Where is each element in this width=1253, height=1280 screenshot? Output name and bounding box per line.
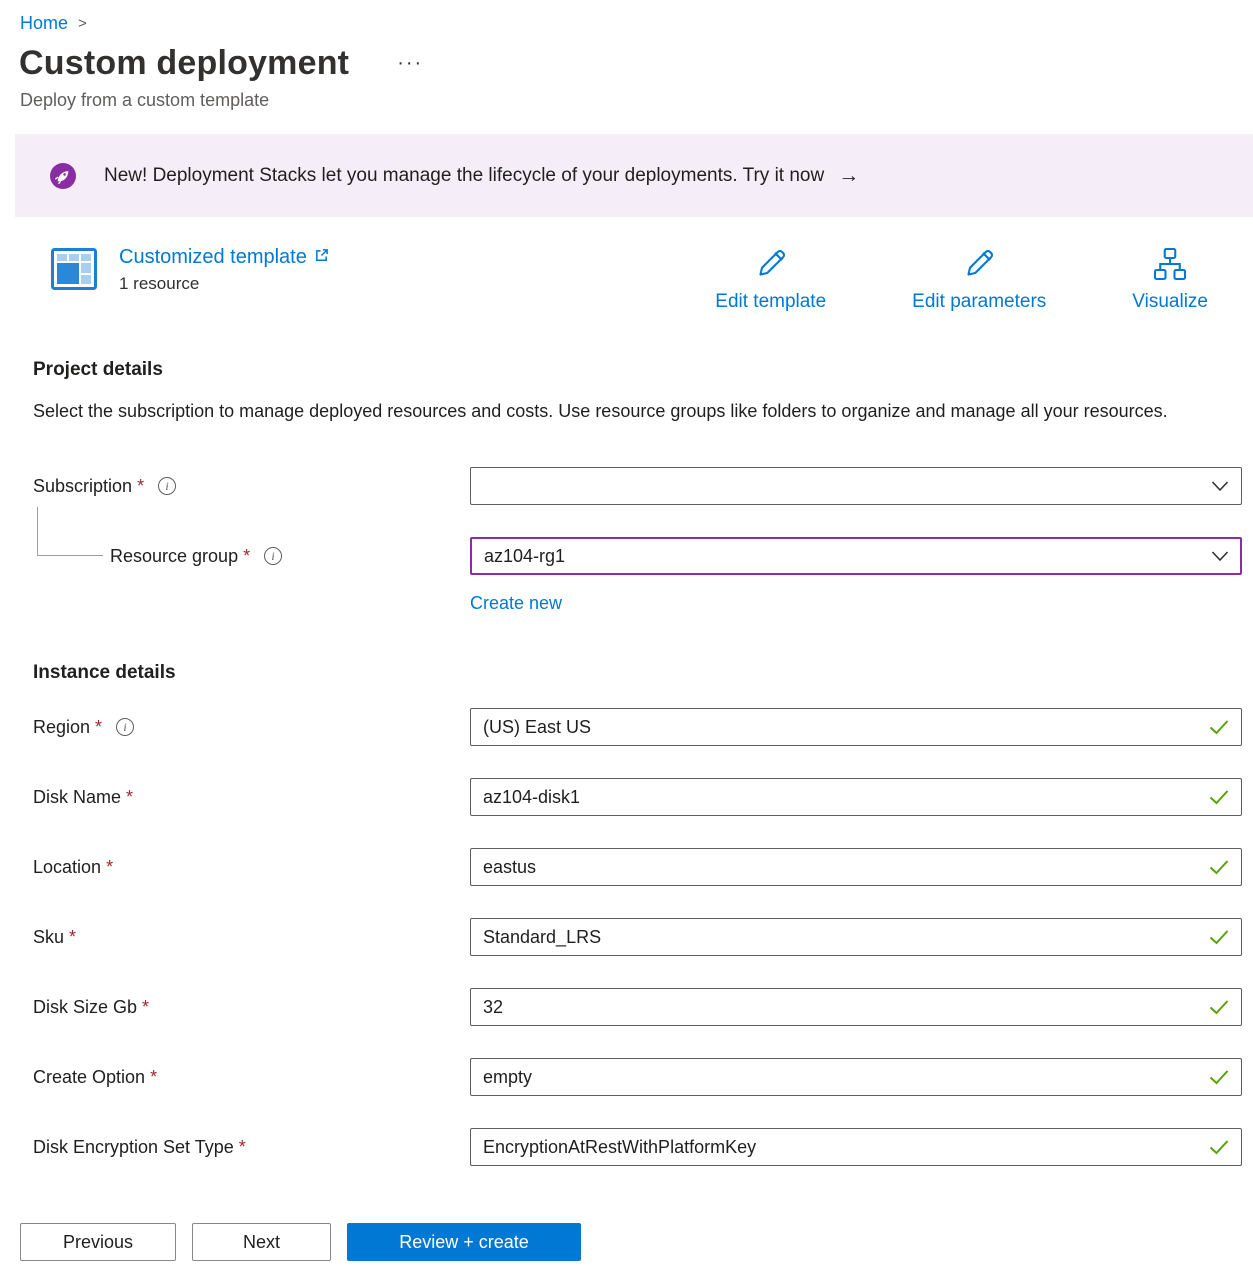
- required-asterisk: *: [243, 546, 250, 567]
- sku-label: Sku: [33, 927, 64, 948]
- disk-name-row: Disk Name *: [33, 778, 1242, 816]
- pencil-icon: [753, 246, 789, 287]
- location-input[interactable]: [470, 848, 1242, 886]
- project-details-form: Subscription * i Resource group * i az10…: [33, 467, 1242, 1166]
- disk-encryption-set-type-input[interactable]: [470, 1128, 1242, 1166]
- project-details-description: Select the subscription to manage deploy…: [33, 396, 1183, 427]
- resource-group-connector: [37, 507, 103, 556]
- pencil-icon: [961, 246, 997, 287]
- required-asterisk: *: [126, 787, 133, 808]
- more-options-button[interactable]: ···: [397, 52, 423, 75]
- sku-input[interactable]: [470, 918, 1242, 956]
- customized-template-link[interactable]: Customized template: [119, 246, 329, 269]
- breadcrumb: Home >: [0, 0, 1253, 34]
- disk-size-input[interactable]: [470, 988, 1242, 1026]
- template-icon: [51, 248, 97, 295]
- rocket-icon: [49, 162, 77, 190]
- create-option-input[interactable]: [470, 1058, 1242, 1096]
- create-option-row: Create Option *: [33, 1058, 1242, 1096]
- resource-group-label: Resource group: [110, 546, 238, 567]
- required-asterisk: *: [69, 927, 76, 948]
- subscription-dropdown[interactable]: [470, 467, 1242, 505]
- footer-action-bar: Previous Next Review + create: [0, 1204, 1253, 1280]
- info-icon[interactable]: i: [264, 547, 282, 565]
- create-option-label: Create Option: [33, 1067, 145, 1088]
- info-icon[interactable]: i: [158, 477, 176, 495]
- create-new-link[interactable]: Create new: [470, 593, 562, 613]
- sku-row: Sku *: [33, 918, 1242, 956]
- chevron-down-icon[interactable]: [1211, 550, 1229, 562]
- breadcrumb-home-link[interactable]: Home: [20, 13, 68, 34]
- edit-parameters-button[interactable]: Edit parameters: [912, 246, 1046, 313]
- template-card: Customized template 1 resource Edit temp…: [51, 246, 1208, 313]
- chevron-down-icon[interactable]: [1211, 480, 1229, 492]
- required-asterisk: *: [239, 1137, 246, 1158]
- resource-group-dropdown[interactable]: az104-rg1: [470, 537, 1242, 575]
- disk-name-input[interactable]: [470, 778, 1242, 816]
- required-asterisk: *: [106, 857, 113, 878]
- disk-size-row: Disk Size Gb *: [33, 988, 1242, 1026]
- resource-group-row: Resource group * i az104-rg1: [33, 537, 1242, 575]
- visualize-button[interactable]: Visualize: [1132, 246, 1208, 313]
- page-subtitle: Deploy from a custom template: [0, 90, 1253, 111]
- external-link-icon: [314, 246, 329, 269]
- region-label: Region: [33, 717, 90, 738]
- deployment-stacks-banner[interactable]: New! Deployment Stacks let you manage th…: [15, 134, 1253, 217]
- next-button[interactable]: Next: [192, 1223, 331, 1261]
- previous-button[interactable]: Previous: [20, 1223, 176, 1261]
- info-icon[interactable]: i: [116, 718, 134, 736]
- valid-check-icon: [1209, 1140, 1229, 1155]
- valid-check-icon: [1209, 930, 1229, 945]
- disk-encryption-set-type-label: Disk Encryption Set Type: [33, 1137, 234, 1158]
- page-header: Custom deployment ···: [0, 44, 1253, 83]
- valid-check-icon: [1209, 1000, 1229, 1015]
- location-label: Location: [33, 857, 101, 878]
- subscription-label: Subscription: [33, 476, 132, 497]
- visualize-icon: [1152, 246, 1188, 287]
- project-details-heading: Project details: [33, 359, 1220, 381]
- required-asterisk: *: [150, 1067, 157, 1088]
- breadcrumb-separator-icon: >: [78, 15, 87, 32]
- location-row: Location *: [33, 848, 1242, 886]
- valid-check-icon: [1209, 1070, 1229, 1085]
- template-resource-count: 1 resource: [119, 274, 329, 294]
- region-row: Region * i: [33, 708, 1242, 746]
- required-asterisk: *: [137, 476, 144, 497]
- edit-template-button[interactable]: Edit template: [715, 246, 826, 313]
- valid-check-icon: [1209, 860, 1229, 875]
- disk-encryption-set-type-row: Disk Encryption Set Type *: [33, 1128, 1242, 1166]
- create-new-row: Create new: [470, 583, 1242, 614]
- disk-size-label: Disk Size Gb: [33, 997, 137, 1018]
- banner-text: New! Deployment Stacks let you manage th…: [104, 165, 824, 187]
- arrow-right-icon[interactable]: →: [838, 164, 859, 188]
- required-asterisk: *: [95, 717, 102, 738]
- required-asterisk: *: [142, 997, 149, 1018]
- review-create-button[interactable]: Review + create: [347, 1223, 581, 1261]
- page-title: Custom deployment: [19, 44, 349, 83]
- subscription-row: Subscription * i: [33, 467, 1242, 505]
- instance-details-heading: Instance details: [33, 662, 1209, 684]
- valid-check-icon: [1209, 790, 1229, 805]
- region-input[interactable]: [470, 708, 1242, 746]
- disk-name-label: Disk Name: [33, 787, 121, 808]
- valid-check-icon: [1209, 720, 1229, 735]
